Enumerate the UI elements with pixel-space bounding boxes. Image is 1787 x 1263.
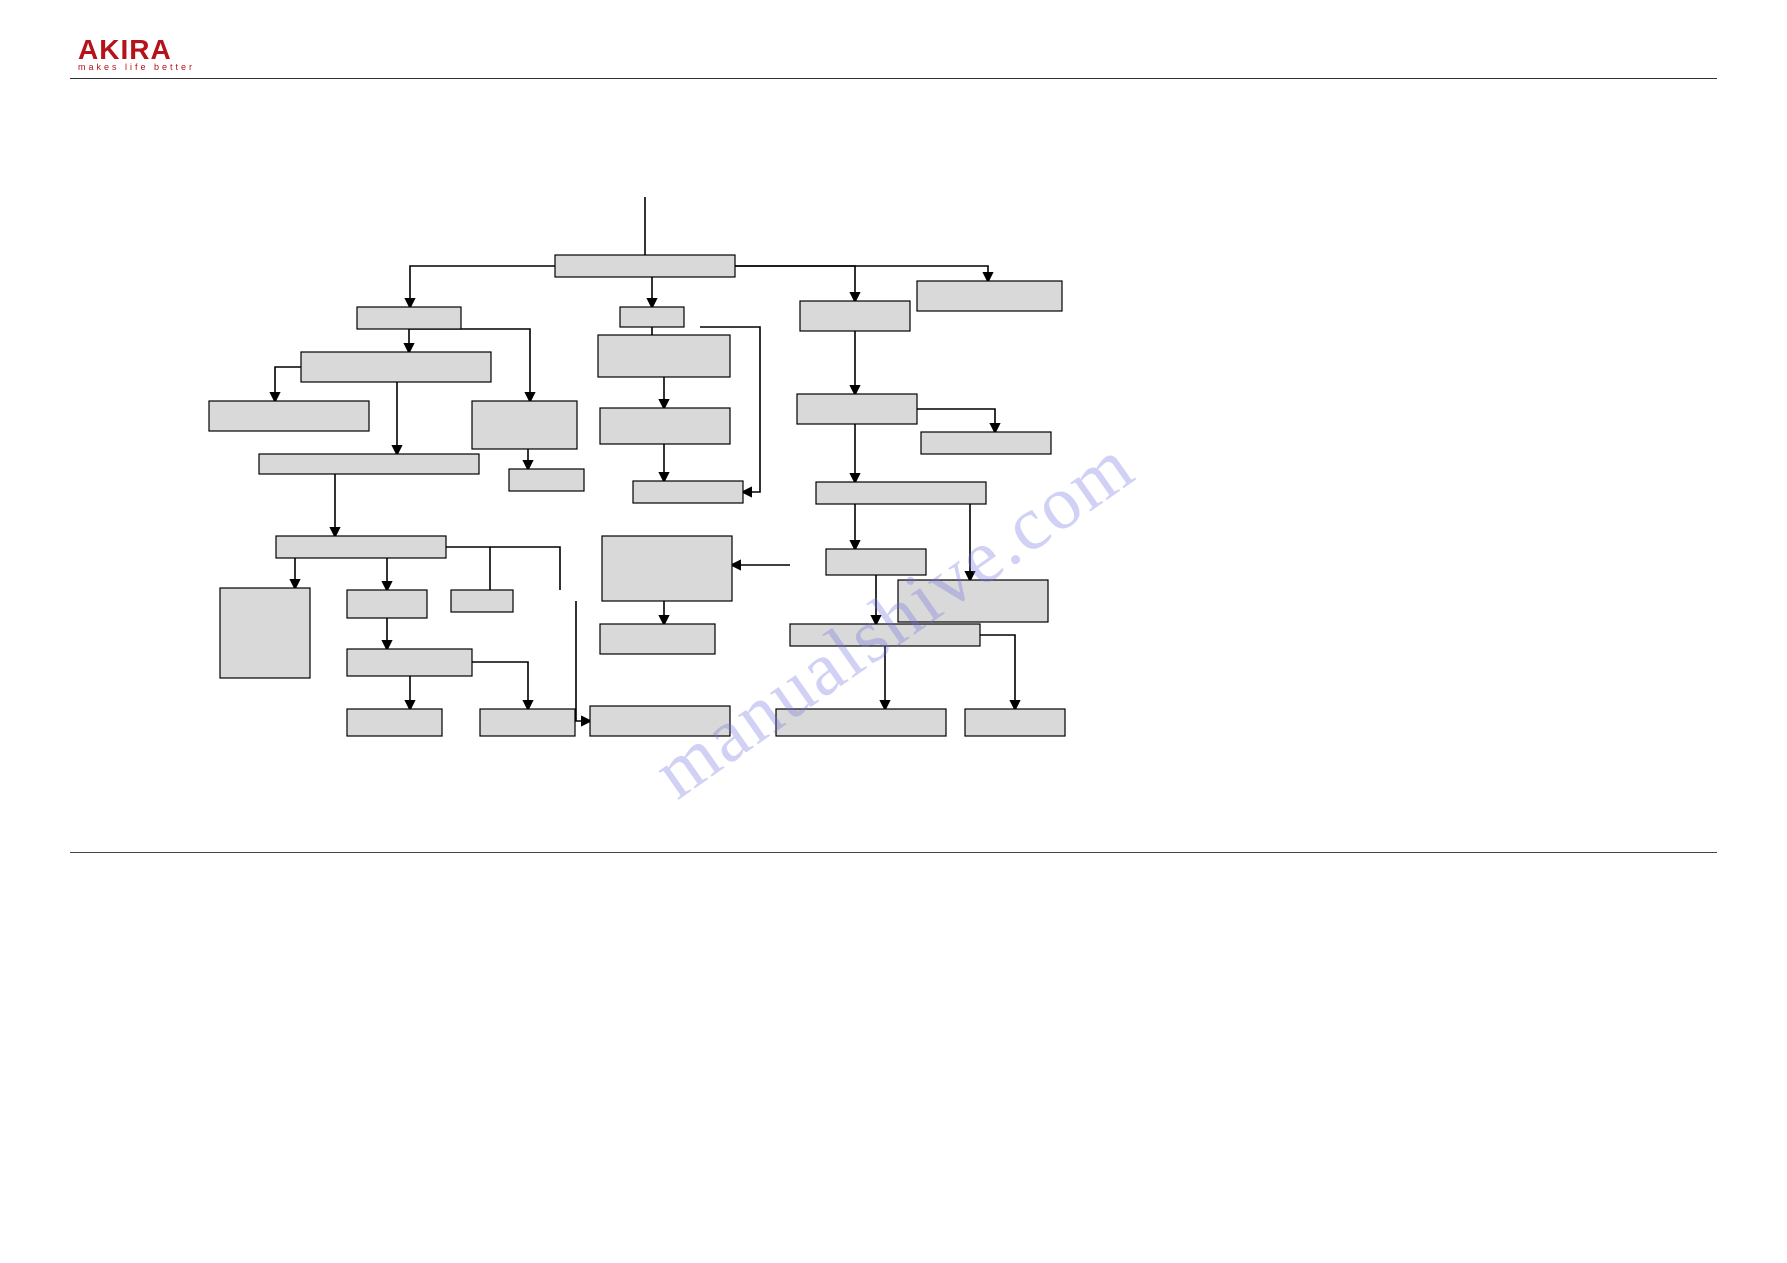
flowchart-node: [600, 408, 730, 444]
flowchart-connector: [576, 601, 590, 721]
flowchart-node: [451, 590, 513, 612]
flowchart-node: [965, 709, 1065, 736]
flowchart-node: [209, 401, 369, 431]
flowchart-node: [301, 352, 491, 382]
flowchart-node: [598, 335, 730, 377]
flowchart: [0, 0, 1787, 1263]
flowchart-node: [357, 307, 461, 329]
flowchart-connector: [735, 266, 988, 281]
flowchart-connector: [275, 367, 301, 401]
flowchart-node: [898, 580, 1048, 622]
flowchart-node: [797, 394, 917, 424]
flowchart-node: [347, 709, 442, 736]
flowchart-node: [776, 709, 946, 736]
flowchart-node: [620, 307, 684, 327]
flowchart-connector: [446, 547, 560, 590]
flowchart-node: [347, 590, 427, 618]
flowchart-connector: [917, 409, 995, 432]
flowchart-node: [220, 588, 310, 678]
flowchart-node: [600, 624, 715, 654]
flowchart-node: [480, 709, 575, 736]
flowchart-node: [347, 649, 472, 676]
flowchart-connector: [980, 635, 1015, 709]
flowchart-node: [826, 549, 926, 575]
flowchart-node: [633, 481, 743, 503]
page: AKIRA makes life better manualshive.com: [0, 0, 1787, 1263]
flowchart-node: [917, 281, 1062, 311]
flowchart-node: [472, 401, 577, 449]
flowchart-node: [509, 469, 584, 491]
flowchart-node: [816, 482, 986, 504]
flowchart-connector: [410, 266, 555, 307]
flowchart-node: [555, 255, 735, 277]
flowchart-node: [790, 624, 980, 646]
rule-bottom: [70, 852, 1717, 853]
flowchart-node: [276, 536, 446, 558]
flowchart-connector: [970, 493, 986, 580]
flowchart-node: [590, 706, 730, 736]
flowchart-node: [602, 536, 732, 601]
flowchart-node: [921, 432, 1051, 454]
flowchart-node: [259, 454, 479, 474]
flowchart-node: [800, 301, 910, 331]
flowchart-connector: [472, 662, 528, 709]
flowchart-connector: [735, 266, 855, 301]
